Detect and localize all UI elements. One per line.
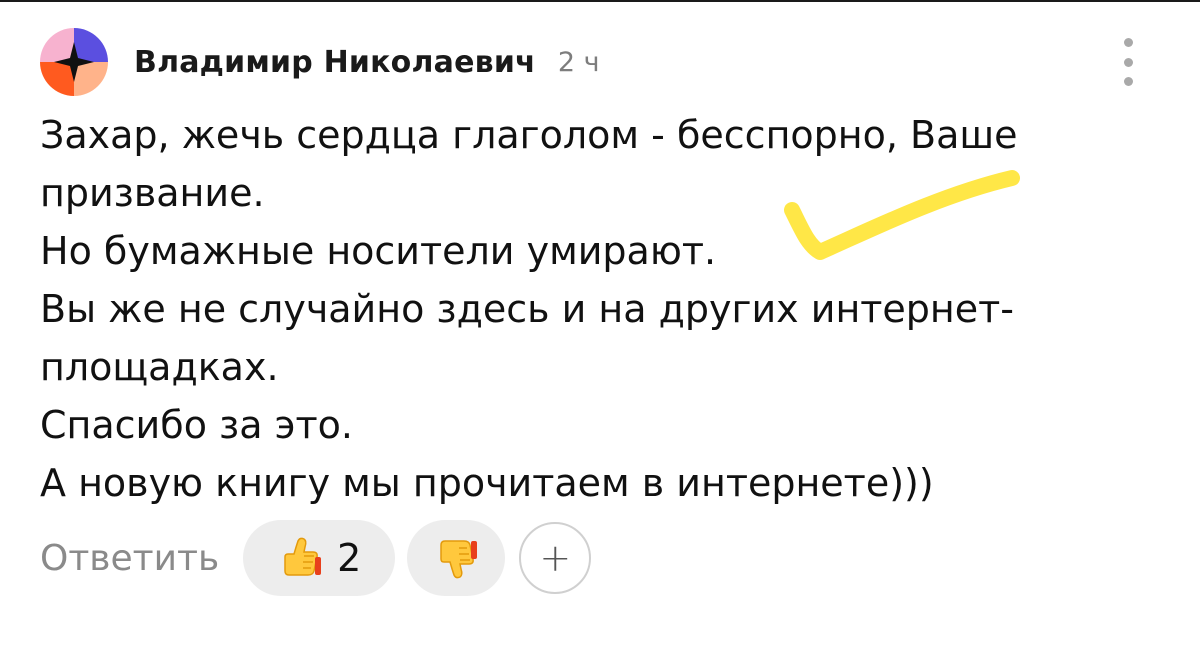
- plus-icon: +: [539, 536, 572, 580]
- comment-line: А новую книгу мы прочитаем в интернете))…: [40, 461, 934, 505]
- author-name[interactable]: Владимир Николаевич: [134, 45, 536, 80]
- comment-actions: Ответить 2 +: [40, 518, 592, 598]
- comment-header: Владимир Николаевич 2 ч: [40, 28, 1150, 96]
- comment-body: Захар, жечь сердца глаголом - бесспорно,…: [40, 106, 1120, 512]
- avatar[interactable]: [40, 28, 108, 96]
- like-button[interactable]: 2: [243, 520, 396, 596]
- more-vertical-icon[interactable]: [1116, 38, 1140, 86]
- dislike-button[interactable]: [407, 520, 506, 596]
- reply-button[interactable]: Ответить: [40, 538, 219, 579]
- comment-line: призвание.: [40, 171, 265, 215]
- comment-line: площадках.: [40, 345, 279, 389]
- comment-line: Но бумажные носители умирают.: [40, 229, 717, 273]
- top-border: [0, 0, 1200, 2]
- avatar-image: [40, 28, 108, 96]
- like-count: 2: [337, 536, 362, 580]
- comment-time: 2 ч: [557, 46, 600, 78]
- add-reaction-button[interactable]: +: [519, 522, 592, 594]
- comment-line: Захар, жечь сердца глаголом - бесспорно,…: [40, 113, 1018, 157]
- comment-line: Вы же не случайно здесь и на других инте…: [40, 287, 1014, 331]
- thumbs-down-icon: [440, 540, 478, 579]
- thumbs-up-icon: [284, 537, 322, 576]
- comment-line: Спасибо за это.: [40, 403, 353, 447]
